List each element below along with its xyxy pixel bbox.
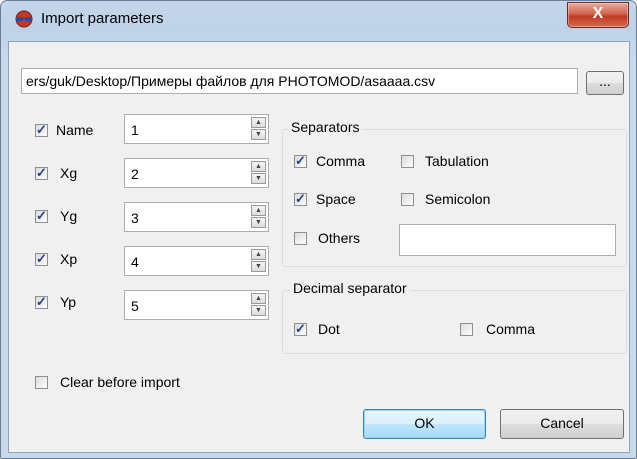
space-checkbox[interactable] <box>294 191 307 207</box>
yp-checkbox[interactable] <box>35 294 48 310</box>
xg-column-stepper[interactable]: 2 ▲ ▼ <box>124 158 269 188</box>
name-label: Name <box>56 122 94 138</box>
decimal-comma-checkbox[interactable] <box>460 323 473 336</box>
cancel-button[interactable]: Cancel <box>500 409 624 439</box>
semicolon-label: Semicolon <box>425 191 491 207</box>
clear-before-import-label: Clear before import <box>60 374 180 390</box>
xp-column-stepper[interactable]: 4 ▲ ▼ <box>124 246 269 276</box>
yg-column-stepper[interactable]: 3 ▲ ▼ <box>124 202 269 232</box>
dot-checkbox[interactable] <box>294 321 307 337</box>
yg-checkbox[interactable] <box>35 208 48 224</box>
arrow-down-icon[interactable]: ▼ <box>251 217 266 228</box>
name-checkbox[interactable] <box>35 122 48 138</box>
separators-group-title: Separators <box>288 119 363 135</box>
arrow-up-icon[interactable]: ▲ <box>251 117 266 128</box>
arrow-down-icon[interactable]: ▼ <box>251 305 266 316</box>
ok-button[interactable]: OK <box>363 409 486 439</box>
others-checkbox[interactable] <box>294 232 307 245</box>
decimal-comma-label: Comma <box>486 321 536 337</box>
others-label: Others <box>318 230 361 246</box>
close-icon: X <box>592 5 604 22</box>
xg-label: Xg <box>60 165 78 181</box>
arrow-up-icon[interactable]: ▲ <box>251 249 266 260</box>
xp-column-value: 4 <box>131 254 139 270</box>
comma-separator-checkbox[interactable] <box>294 153 307 169</box>
arrow-up-icon[interactable]: ▲ <box>251 161 266 172</box>
decimal-separator-group-title: Decimal separator <box>290 280 410 296</box>
yp-column-value: 5 <box>131 298 139 314</box>
yg-label: Yg <box>60 208 78 224</box>
3d-glasses-icon <box>15 10 33 28</box>
arrow-down-icon[interactable]: ▼ <box>251 173 266 184</box>
title-bar[interactable]: Import parameters X <box>1 1 636 37</box>
file-path-value: ers/guk/Desktop/Примеры файлов для PHOTO… <box>26 73 436 89</box>
yg-column-value: 3 <box>131 210 139 226</box>
clear-before-import-checkbox[interactable] <box>35 376 48 389</box>
browse-button[interactable]: ... <box>586 71 624 95</box>
xg-checkbox[interactable] <box>35 165 48 181</box>
arrow-down-icon[interactable]: ▼ <box>251 261 266 272</box>
comma-separator-label: Comma <box>316 153 366 169</box>
arrow-down-icon[interactable]: ▼ <box>251 129 266 140</box>
window-title: Import parameters <box>41 10 164 27</box>
arrow-up-icon[interactable]: ▲ <box>251 293 266 304</box>
space-label: Space <box>316 191 356 207</box>
yp-label: Yp <box>60 294 77 310</box>
others-separator-input[interactable] <box>399 224 616 256</box>
xp-checkbox[interactable] <box>35 251 48 267</box>
file-path-field[interactable]: ers/guk/Desktop/Примеры файлов для PHOTO… <box>21 68 578 94</box>
semicolon-checkbox[interactable] <box>401 193 414 206</box>
xp-label: Xp <box>60 251 78 267</box>
tabulation-checkbox[interactable] <box>401 155 414 168</box>
yp-column-stepper[interactable]: 5 ▲ ▼ <box>124 290 269 320</box>
arrow-up-icon[interactable]: ▲ <box>251 205 266 216</box>
xg-column-value: 2 <box>131 166 139 182</box>
name-column-value: 1 <box>131 122 139 138</box>
tabulation-label: Tabulation <box>425 153 489 169</box>
name-column-stepper[interactable]: 1 ▲ ▼ <box>124 114 269 144</box>
close-button[interactable]: X <box>567 2 629 28</box>
dot-label: Dot <box>318 321 340 337</box>
